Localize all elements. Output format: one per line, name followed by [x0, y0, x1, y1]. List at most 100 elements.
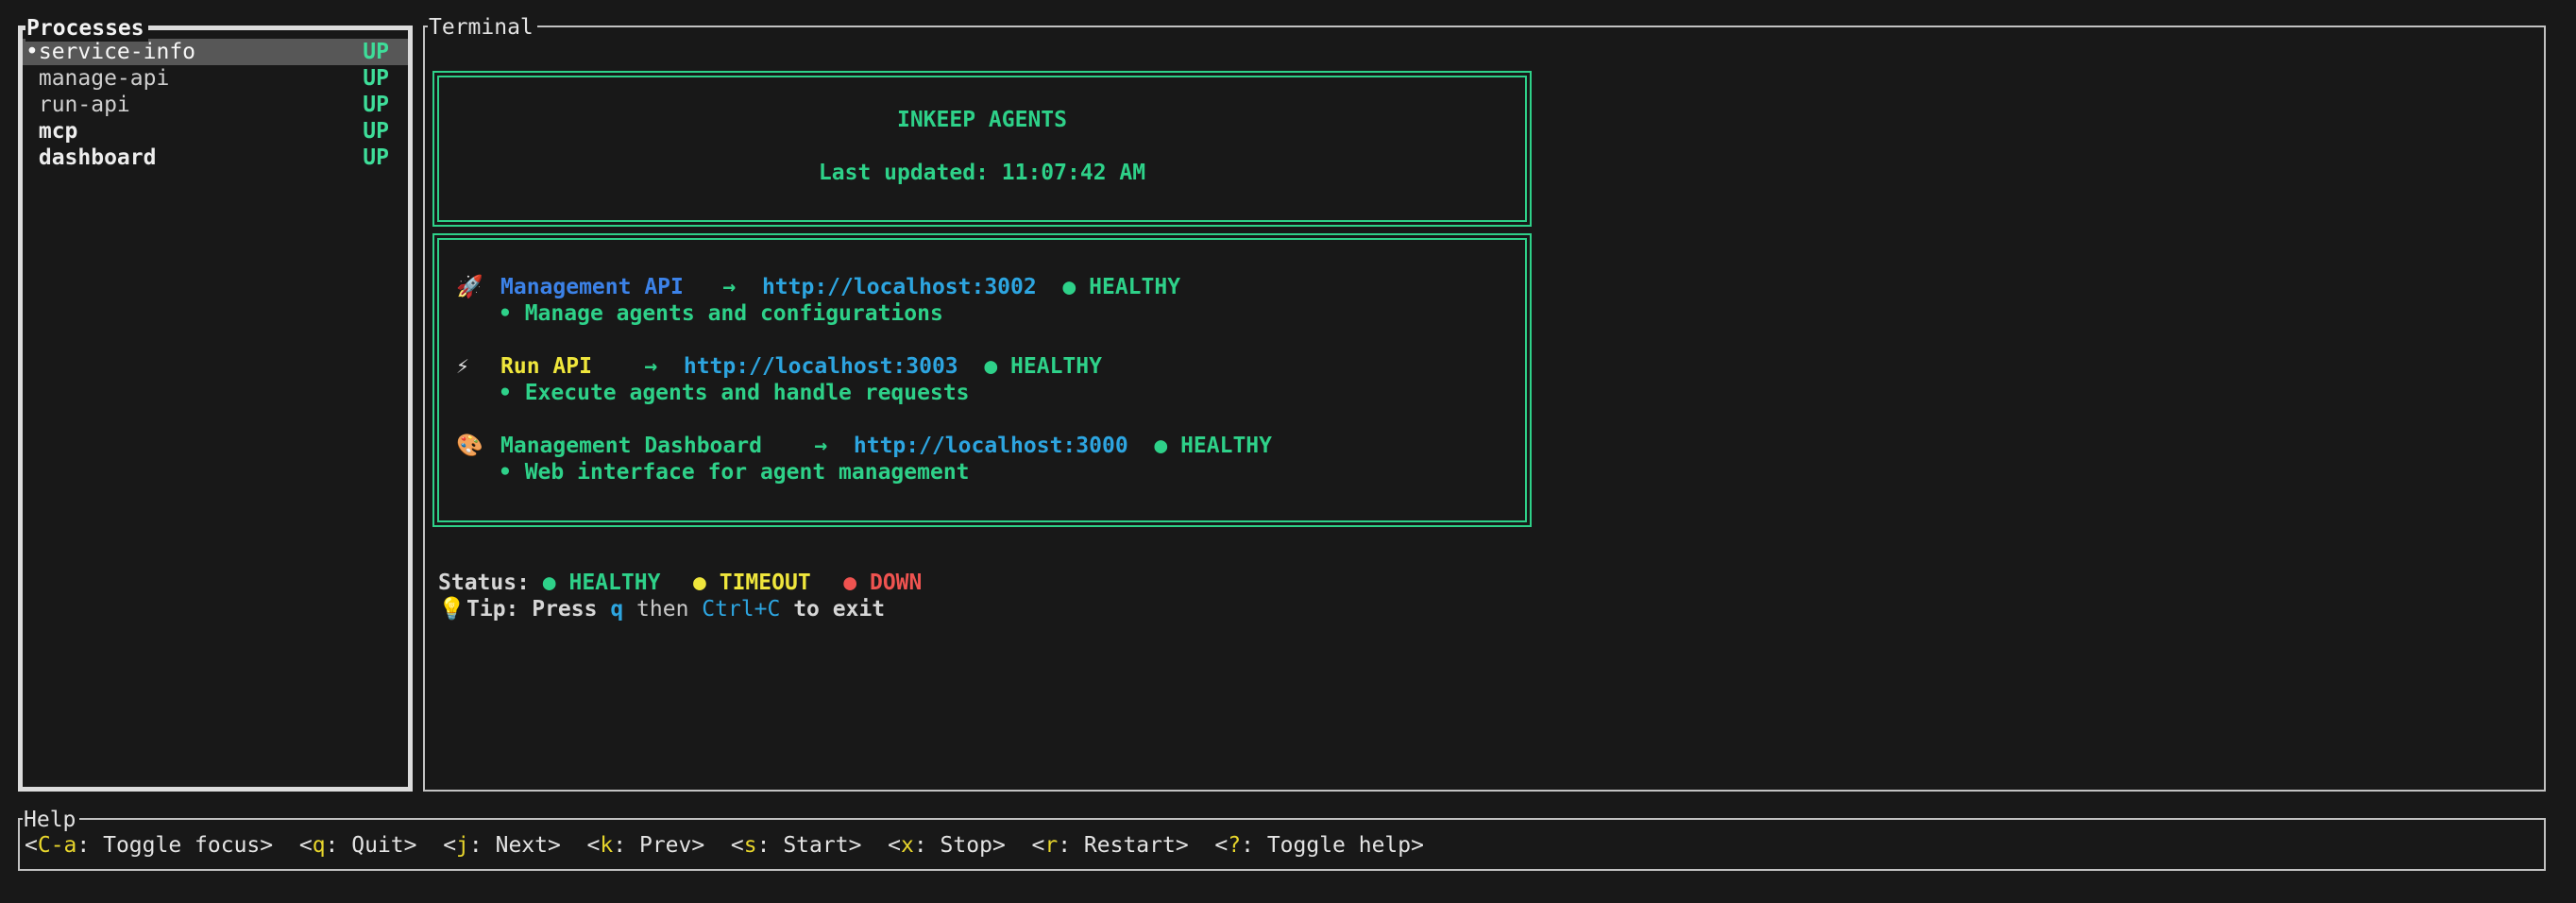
service-row: 🚀Management API→ http://localhost:3002 ● HE…	[439, 274, 1525, 300]
shortcut-separator: :	[1241, 833, 1267, 858]
tip-key-q: q	[610, 597, 623, 622]
bullet-icon: •	[499, 301, 512, 326]
shortcut-key: x	[901, 833, 914, 858]
blank-line	[439, 327, 1525, 353]
process-status-badge: UP	[363, 145, 389, 171]
shortcut-restart: <r: Restart>	[1031, 833, 1188, 858]
angle-bracket: >	[1176, 833, 1189, 858]
tip-key-ctrl-c: Ctrl+C	[702, 597, 780, 622]
banner-box: INKEEP AGENTS Last updated: 11:07:42 AM	[432, 71, 1532, 227]
red-dot-icon: ●	[843, 571, 856, 595]
process-row-service-info[interactable]: •service-infoUP	[23, 39, 408, 65]
process-name: run-api	[39, 92, 130, 118]
process-status-badge: UP	[363, 118, 389, 145]
service-description: • Manage agents and configurations	[439, 300, 1525, 327]
shortcut-key: C-a	[38, 833, 77, 858]
shortcut-key: j	[456, 833, 469, 858]
angle-bracket: >	[548, 833, 561, 858]
shortcut-separator: :	[326, 833, 352, 858]
shortcut-separator: :	[914, 833, 941, 858]
status-legend-label: Status:	[438, 571, 530, 595]
angle-bracket: <	[587, 833, 601, 858]
service-description: •Execute agents and handle requests	[439, 380, 1525, 406]
shortcut-label: Toggle help	[1267, 833, 1411, 858]
shortcut-label: Stop	[941, 833, 992, 858]
processes-panel-title: Processes	[25, 15, 148, 42]
legend-label: TIMEOUT	[720, 571, 811, 595]
service-url[interactable]: http://localhost:3002	[762, 275, 1037, 299]
legend-healthy: ● HEALTHY	[543, 571, 661, 595]
service-health: HEALTHY	[1180, 434, 1272, 458]
shortcut-label: Toggle focus	[103, 833, 260, 858]
angle-bracket: >	[404, 833, 417, 858]
service-url[interactable]: http://localhost:3000	[854, 434, 1128, 458]
help-panel-title: Help	[23, 807, 79, 833]
angle-bracket: >	[992, 833, 1006, 858]
service-health: HEALTHY	[1010, 354, 1102, 379]
service-name: Management Dashboard	[500, 433, 814, 459]
shortcut-label: Start	[783, 833, 848, 858]
process-list: •service-infoUP manage-apiUP run-apiUP m…	[23, 39, 408, 171]
service-name: Management API	[500, 274, 722, 300]
bullet-icon: •	[499, 460, 512, 485]
service-management-dashboard: 🎨Management Dashboard→ http://localhost:3…	[439, 433, 1525, 486]
shortcut-label: Restart	[1084, 833, 1176, 858]
health-dot-icon: ●	[1154, 434, 1167, 458]
service-url[interactable]: http://localhost:3003	[684, 354, 958, 379]
palette-icon: 🎨	[456, 433, 500, 459]
service-description-text: Execute agents and handle requests	[525, 381, 970, 405]
angle-bracket: <	[1031, 833, 1044, 858]
shortcut-key: ?	[1228, 833, 1241, 858]
angle-bracket: <	[299, 833, 313, 858]
shortcut-key: k	[600, 833, 613, 858]
process-name: mcp	[39, 118, 78, 145]
angle-bracket: <	[443, 833, 456, 858]
health-dot-icon: ●	[1062, 275, 1076, 299]
terminal-panel[interactable]: Terminal INKEEP AGENTS Last updated: 11:…	[423, 26, 2546, 792]
shortcut-separator: :	[469, 833, 496, 858]
arrow-icon: →	[722, 275, 736, 299]
process-row-run-api[interactable]: run-apiUP	[23, 92, 408, 118]
process-status-badge: UP	[363, 65, 389, 92]
angle-bracket: <	[731, 833, 744, 858]
terminal-panel-title: Terminal	[428, 14, 537, 41]
green-dot-icon: ●	[543, 571, 556, 595]
shortcut-separator: :	[613, 833, 639, 858]
service-description-text: Web interface for agent management	[525, 460, 970, 485]
process-status-badge: UP	[363, 39, 389, 65]
shortcut-separator: :	[757, 833, 784, 858]
angle-bracket: <	[25, 833, 38, 858]
process-row-dashboard[interactable]: dashboardUP	[23, 145, 408, 171]
lightbulb-icon: 💡	[438, 596, 466, 622]
tip-prefix: Tip: Press	[466, 597, 597, 622]
tip-suffix: to exit	[793, 597, 885, 622]
process-name: service-info	[39, 39, 195, 65]
service-row: 🎨Management Dashboard→ http://localhost:3…	[439, 433, 1525, 459]
shortcut-stop: <x: Stop>	[888, 833, 1006, 858]
shortcut-label: Quit	[351, 833, 403, 858]
service-description-text: Manage agents and configurations	[525, 301, 943, 326]
angle-bracket: <	[888, 833, 901, 858]
legend-down: ● DOWN	[843, 571, 922, 595]
process-row-mcp[interactable]: mcp UP	[23, 118, 408, 145]
legend-label: DOWN	[870, 571, 922, 595]
tip-line: 💡Tip: Press qthen Ctrl+C to exit	[438, 596, 885, 622]
rocket-icon: 🚀	[456, 274, 500, 300]
services-box: 🚀Management API→http://localhost:3002●HE…	[432, 233, 1532, 527]
angle-bracket: >	[1411, 833, 1424, 858]
legend-label: HEALTHY	[568, 571, 660, 595]
shortcut-separator: :	[76, 833, 103, 858]
arrow-icon: →	[814, 434, 827, 458]
process-row-manage-api[interactable]: manage-apiUP	[23, 65, 408, 92]
shortcut-separator: :	[1058, 833, 1084, 858]
service-row: ⚡Run API→http://localhost:3003●HEALTHY	[439, 353, 1525, 380]
shortcut-label: Prev	[639, 833, 691, 858]
blank-line	[439, 406, 1525, 433]
angle-bracket: >	[260, 833, 273, 858]
tip-middle: then	[636, 597, 688, 622]
service-health: HEALTHY	[1089, 275, 1180, 299]
shortcut-key: s	[744, 833, 757, 858]
shortcut-key: r	[1044, 833, 1058, 858]
shortcut-prev: <k: Prev>	[587, 833, 705, 858]
service-name: Run API	[500, 353, 644, 380]
